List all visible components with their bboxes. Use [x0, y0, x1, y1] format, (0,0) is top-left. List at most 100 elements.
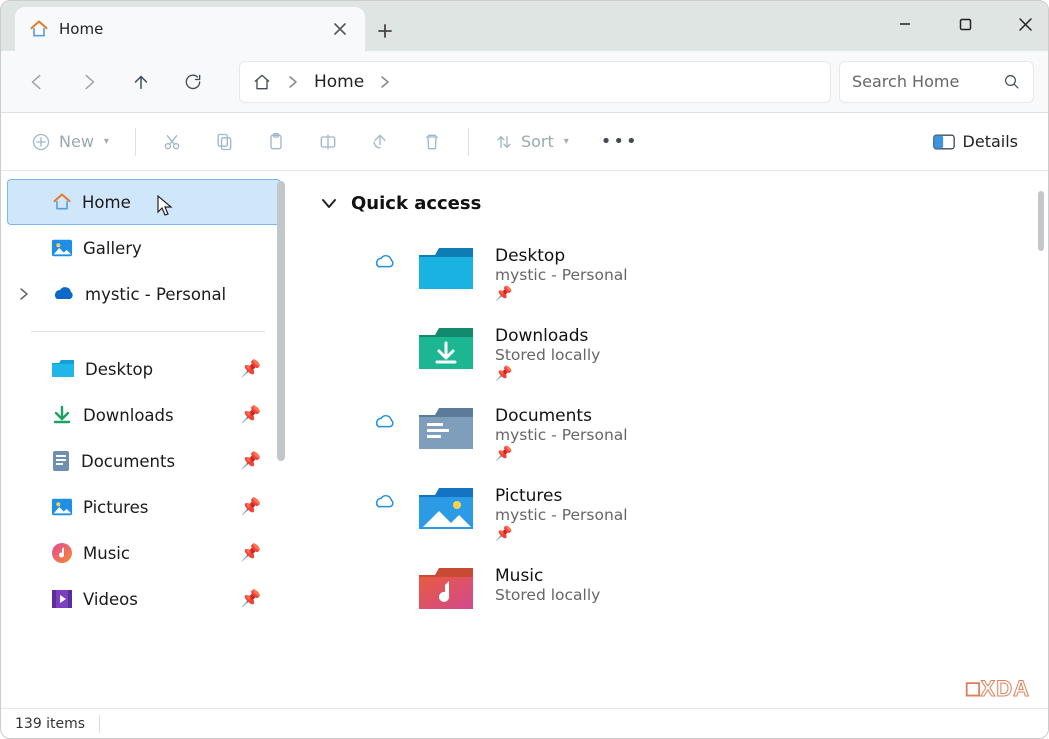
sidebar-item-label: Downloads: [83, 406, 174, 425]
pin-icon: 📌: [240, 543, 261, 563]
pin-icon: 📌: [240, 359, 261, 379]
search-box[interactable]: Search Home: [839, 61, 1034, 103]
quick-access-item-documents[interactable]: Documents mystic - Personal 📌: [371, 392, 1038, 472]
item-subtitle: mystic - Personal: [495, 426, 628, 444]
mouse-cursor-icon: [156, 194, 174, 218]
home-outline-icon: [252, 72, 272, 92]
item-title: Music: [495, 566, 600, 586]
documents-folder-icon: [415, 402, 477, 456]
new-button[interactable]: New ▾: [19, 122, 121, 162]
item-title: Desktop: [495, 246, 628, 266]
navigation-bar: Home Search Home: [1, 51, 1048, 113]
item-subtitle: mystic - Personal: [495, 266, 628, 284]
pin-icon: 📌: [495, 526, 628, 542]
gallery-icon: [51, 238, 73, 258]
chevron-right-icon[interactable]: [19, 288, 29, 300]
sidebar-divider: [31, 331, 265, 332]
item-title: Pictures: [495, 486, 628, 506]
sidebar-item-documents[interactable]: Documents 📌: [1, 438, 285, 484]
up-button[interactable]: [119, 60, 163, 104]
music-folder-icon: [415, 562, 477, 616]
delete-button[interactable]: [410, 122, 454, 162]
main-pane: Quick access Desktop mystic - Personal 📌: [285, 171, 1048, 708]
cloud-status-icon: [371, 414, 397, 430]
documents-icon: [51, 450, 71, 472]
new-tab-button[interactable]: [365, 11, 405, 51]
pin-icon: 📌: [240, 589, 261, 609]
sidebar-item-label: Home: [82, 193, 131, 212]
item-title: Downloads: [495, 326, 600, 346]
chevron-down-icon: ▾: [104, 136, 109, 147]
watermark: □XDA: [966, 676, 1030, 702]
onedrive-icon: [51, 286, 75, 302]
paste-button[interactable]: [254, 122, 298, 162]
sidebar-item-label: Documents: [81, 452, 175, 471]
details-view-button[interactable]: Details: [921, 122, 1030, 162]
maximize-button[interactable]: [950, 9, 980, 39]
close-window-button[interactable]: [1010, 9, 1040, 39]
forward-button[interactable]: [67, 60, 111, 104]
file-explorer-window: Home Home Search Home: [0, 0, 1049, 739]
chevron-down-icon: [321, 198, 337, 210]
quick-access-item-desktop[interactable]: Desktop mystic - Personal 📌: [371, 232, 1038, 312]
navigation-sidebar: Home Gallery mystic - Personal Desktop 📌: [1, 171, 285, 708]
new-label: New: [59, 132, 94, 151]
copy-button[interactable]: [202, 122, 246, 162]
sidebar-item-music[interactable]: Music 📌: [1, 530, 285, 576]
desktop-folder-icon: [415, 242, 477, 296]
back-button[interactable]: [15, 60, 59, 104]
breadcrumb-home[interactable]: Home: [314, 72, 364, 92]
titlebar: Home: [1, 1, 1048, 51]
search-placeholder: Search Home: [852, 72, 993, 91]
main-scrollbar[interactable]: [1038, 191, 1044, 251]
music-icon: [51, 542, 73, 564]
window-controls: [890, 9, 1040, 39]
home-icon: [52, 192, 72, 212]
more-button[interactable]: •••: [589, 122, 651, 162]
address-bar[interactable]: Home: [239, 61, 831, 103]
quick-access-item-music[interactable]: Music Stored locally: [371, 552, 1038, 626]
tab-home[interactable]: Home: [15, 7, 365, 51]
close-tab-button[interactable]: [329, 18, 351, 40]
tab-title: Home: [59, 20, 319, 38]
toolbar-separator: [135, 128, 136, 156]
sort-label: Sort: [521, 132, 554, 151]
sidebar-item-downloads[interactable]: Downloads 📌: [1, 392, 285, 438]
pin-icon: 📌: [240, 451, 261, 471]
share-button[interactable]: [358, 122, 402, 162]
sidebar-item-pictures[interactable]: Pictures 📌: [1, 484, 285, 530]
sort-button[interactable]: Sort ▾: [483, 122, 581, 162]
sidebar-item-gallery[interactable]: Gallery: [1, 225, 285, 271]
desktop-folder-icon: [51, 359, 75, 379]
content-area: Home Gallery mystic - Personal Desktop 📌: [1, 171, 1048, 708]
minimize-button[interactable]: [890, 9, 920, 39]
refresh-button[interactable]: [171, 60, 215, 104]
sidebar-item-label: Gallery: [83, 239, 142, 258]
quick-access-header[interactable]: Quick access: [321, 193, 1038, 214]
breadcrumb-separator-icon: [380, 75, 390, 89]
sidebar-item-label: Videos: [83, 590, 138, 609]
sidebar-item-label: Desktop: [85, 360, 153, 379]
cloud-status-icon: [371, 494, 397, 510]
chevron-down-icon: ▾: [564, 136, 569, 147]
item-subtitle: mystic - Personal: [495, 506, 628, 524]
pictures-icon: [51, 497, 73, 517]
search-icon: [1003, 73, 1021, 91]
sidebar-item-home[interactable]: Home: [7, 179, 281, 225]
breadcrumb-separator-icon: [288, 75, 298, 89]
rename-button[interactable]: [306, 122, 350, 162]
cut-button[interactable]: [150, 122, 194, 162]
status-bar: 139 items: [1, 708, 1048, 738]
command-toolbar: New ▾ Sort ▾ ••• Details: [1, 113, 1048, 171]
quick-access-item-downloads[interactable]: Downloads Stored locally 📌: [371, 312, 1038, 392]
status-separator: [99, 715, 100, 733]
quick-access-item-pictures[interactable]: Pictures mystic - Personal 📌: [371, 472, 1038, 552]
item-subtitle: Stored locally: [495, 586, 600, 604]
sidebar-item-desktop[interactable]: Desktop 📌: [1, 346, 285, 392]
quick-access-list: Desktop mystic - Personal 📌 Downloads St…: [371, 232, 1038, 626]
sidebar-scrollbar[interactable]: [277, 181, 285, 461]
sidebar-item-label: Music: [83, 544, 130, 563]
sidebar-item-videos[interactable]: Videos 📌: [1, 576, 285, 622]
sidebar-item-onedrive[interactable]: mystic - Personal: [1, 271, 285, 317]
item-title: Documents: [495, 406, 628, 426]
